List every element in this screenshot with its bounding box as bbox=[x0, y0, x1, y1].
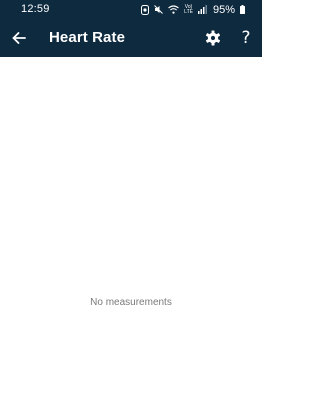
signal-icon bbox=[197, 5, 207, 14]
heart-rate-screen: 12:59 Vo) LTE 95% Heart Rate ? No measur… bbox=[0, 0, 262, 400]
back-button[interactable] bbox=[8, 27, 30, 49]
status-time: 12:59 bbox=[21, 3, 50, 15]
volte-icon: Vo) LTE bbox=[184, 4, 193, 15]
empty-state-message: No measurements bbox=[90, 297, 172, 308]
battery-percent: 95% bbox=[212, 3, 235, 16]
battery-icon bbox=[240, 5, 245, 14]
sync-icon bbox=[141, 4, 150, 15]
arrow-left-icon bbox=[12, 32, 26, 44]
page-title: Heart Rate bbox=[49, 29, 126, 46]
status-bar: 12:59 Vo) LTE 95% bbox=[0, 0, 262, 19]
status-icons: Vo) LTE 95% bbox=[141, 2, 245, 17]
settings-button[interactable] bbox=[202, 27, 224, 49]
app-bar: Heart Rate ? bbox=[0, 19, 262, 57]
volte-bottom-label: LTE bbox=[184, 8, 193, 15]
help-button[interactable]: ? bbox=[236, 27, 256, 49]
gear-icon bbox=[205, 30, 221, 46]
wifi-icon bbox=[168, 5, 179, 14]
mute-icon bbox=[154, 5, 164, 14]
